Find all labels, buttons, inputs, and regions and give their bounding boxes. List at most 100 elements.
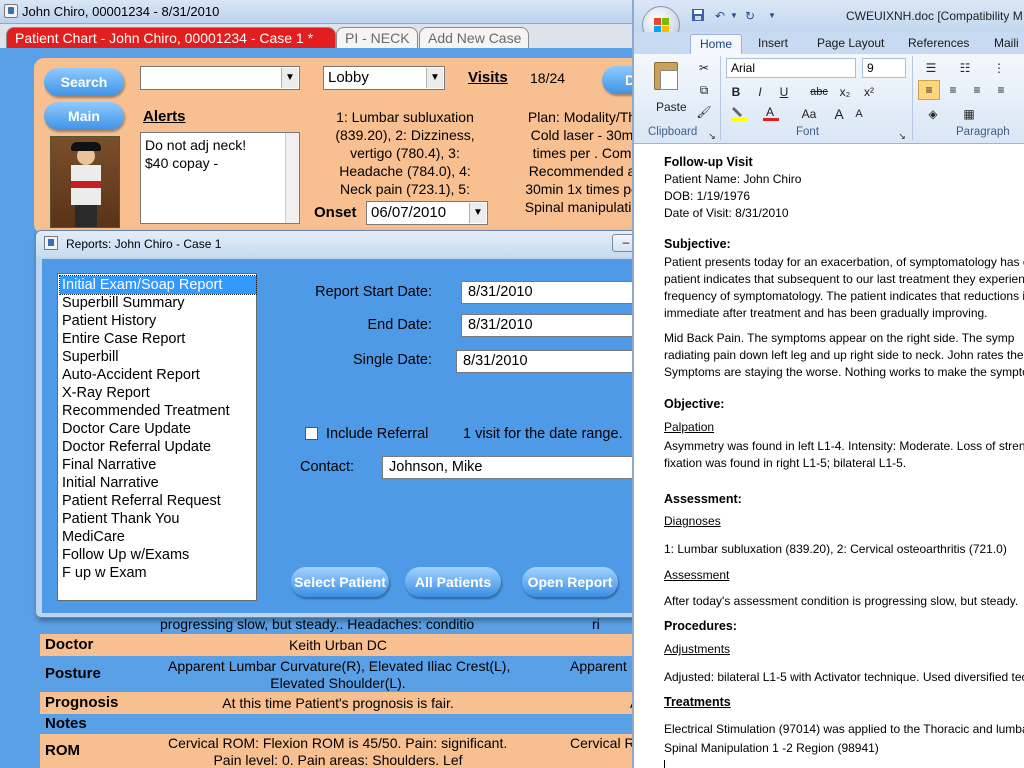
dialog-titlebar: Reports: John Chiro - Case 1 –: [36, 231, 640, 257]
chevron-down-icon[interactable]: ▼: [281, 68, 298, 88]
dialog-launcher-icon[interactable]: ↘: [706, 126, 718, 146]
bold-button[interactable]: B: [726, 82, 746, 102]
justify-icon[interactable]: ≡: [990, 80, 1012, 100]
report-list-item[interactable]: Final Narrative: [60, 456, 256, 474]
multilevel-list-icon[interactable]: ⋮: [986, 58, 1012, 78]
single-date-input[interactable]: 8/31/2010: [456, 350, 640, 373]
document-line: Adjusted: bilateral L1-5 with Activator …: [664, 670, 1024, 684]
shrink-font-button[interactable]: A: [850, 104, 868, 124]
report-list-item[interactable]: Initial Narrative: [60, 474, 256, 492]
open-report-button[interactable]: Open Report: [522, 567, 618, 597]
paste-button[interactable]: Paste: [644, 58, 690, 120]
contact-input[interactable]: Johnson, Mike: [382, 456, 640, 479]
report-list-item[interactable]: Superbill: [60, 348, 256, 366]
report-list-item[interactable]: Patient Thank You: [60, 510, 256, 528]
cut-icon[interactable]: ✂: [694, 58, 714, 78]
all-patients-button[interactable]: All Patients: [405, 567, 501, 597]
chevron-down-icon[interactable]: ▼: [426, 68, 443, 88]
highlight-icon[interactable]: [728, 104, 750, 124]
visits-count: 18/24: [530, 70, 566, 86]
dialog-launcher-icon[interactable]: ↘: [896, 126, 908, 146]
tab-references[interactable]: References: [908, 36, 969, 50]
select-patient-button[interactable]: Select Patient: [291, 567, 389, 597]
word-titlebar: ↶ ▼ ↻ ▼ CWEUIXNH.doc [Compatibility M: [634, 0, 1024, 44]
report-list-item[interactable]: X-Ray Report: [60, 384, 256, 402]
scrollbar[interactable]: [285, 133, 299, 223]
search-button[interactable]: Search: [44, 68, 124, 96]
include-referral-checkbox[interactable]: [305, 427, 318, 440]
align-left-icon[interactable]: ≡: [918, 80, 940, 100]
tab-mailings[interactable]: Maili: [994, 36, 1019, 50]
save-icon[interactable]: [690, 8, 706, 24]
align-center-icon[interactable]: ≡: [942, 80, 964, 100]
alerts-link[interactable]: Alerts: [143, 108, 186, 125]
document-line: DOB: 1/19/1976: [664, 189, 751, 203]
tab-home[interactable]: Home: [690, 34, 742, 54]
document-line: Patient presents today for an exacerbati…: [664, 255, 1024, 269]
row-value-line: Apparent Lumbar Curvature(R), Elevated I…: [168, 658, 511, 674]
document-line: 1: Lumbar subluxation (839.20), 2: Cervi…: [664, 542, 1007, 556]
italic-button[interactable]: I: [750, 82, 770, 102]
font-color-icon[interactable]: A: [760, 104, 782, 124]
numbering-icon[interactable]: ☷: [952, 58, 978, 78]
underline-button[interactable]: U: [774, 82, 794, 102]
change-case-button[interactable]: Aa: [794, 104, 824, 124]
report-list-item[interactable]: Doctor Referral Update: [60, 438, 256, 456]
document-page[interactable]: Follow-up Visit Patient Name: John Chiro D…: [634, 144, 1024, 768]
document-line: Palpation: [664, 420, 715, 434]
document-line: Symptoms are staying the worse. Nothing …: [664, 365, 1024, 379]
report-list-item[interactable]: Entire Case Report: [60, 330, 256, 348]
report-list-item[interactable]: Patient History: [60, 312, 256, 330]
group-font: Font: [796, 126, 820, 138]
tab-page-layout[interactable]: Page Layout: [817, 36, 884, 50]
superscript-button[interactable]: x²: [858, 82, 880, 102]
subscript-button[interactable]: x₂: [834, 82, 856, 102]
report-list-item[interactable]: Auto-Accident Report: [60, 366, 256, 384]
format-painter-icon[interactable]: 🖌: [694, 102, 714, 122]
end-date-input[interactable]: 8/31/2010: [461, 314, 640, 337]
patient-search-combo[interactable]: ▼: [140, 66, 300, 90]
report-list-item[interactable]: Patient Referral Request: [60, 492, 256, 510]
row-label: Notes: [45, 715, 87, 732]
report-list-item[interactable]: MediCare: [60, 528, 256, 546]
document-line: Electrical Stimulation (97014) was appli…: [664, 722, 1024, 736]
tab-insert[interactable]: Insert: [758, 36, 788, 50]
report-list-item[interactable]: F up w Exam: [60, 564, 256, 582]
font-name-combo[interactable]: Arial: [726, 58, 856, 78]
tab-pi-neck[interactable]: PI - NECK: [336, 27, 418, 48]
report-list[interactable]: Initial Exam/Soap Report Superbill Summar…: [57, 273, 257, 601]
onset-date-picker[interactable]: 06/07/2010 ▼: [366, 201, 488, 225]
font-size-combo[interactable]: 9: [862, 58, 906, 78]
customize-qat-icon[interactable]: ▼: [764, 8, 780, 24]
app-titlebar: John Chiro, 00001234 - 8/31/2010: [0, 0, 640, 24]
tab-patient-chart[interactable]: Patient Chart - John Chiro, 00001234 - C…: [6, 27, 336, 48]
report-list-item[interactable]: Doctor Care Update: [60, 420, 256, 438]
copy-icon[interactable]: ⧉: [694, 80, 714, 100]
app-icon: [4, 4, 18, 18]
main-button[interactable]: Main: [44, 102, 124, 130]
location-combo[interactable]: Lobby ▼: [323, 66, 445, 90]
report-list-item[interactable]: Follow Up w/Exams: [60, 546, 256, 564]
chevron-down-icon[interactable]: ▼: [726, 8, 742, 24]
visits-link[interactable]: Visits: [468, 69, 508, 86]
report-list-item[interactable]: Superbill Summary: [60, 294, 256, 312]
shading-icon[interactable]: ◈: [918, 104, 948, 124]
row-value: Keith Urban DC: [288, 637, 388, 653]
start-date-label: Report Start Date:: [315, 284, 432, 300]
tab-add-new-case[interactable]: Add New Case: [419, 27, 529, 48]
chevron-down-icon[interactable]: ▼: [469, 203, 486, 223]
include-referral-label[interactable]: Include Referral: [326, 426, 428, 442]
align-right-icon[interactable]: ≡: [966, 80, 988, 100]
borders-icon[interactable]: ▦: [954, 104, 984, 124]
ribbon-tabs: Home Insert Page Layout References Maili: [634, 32, 1024, 54]
strikethrough-button[interactable]: abc: [806, 82, 832, 102]
alerts-textarea[interactable]: Do not adj neck! $40 copay -: [140, 132, 300, 224]
report-list-item[interactable]: Initial Exam/Soap Report: [59, 275, 257, 295]
grow-font-button[interactable]: A: [830, 104, 848, 124]
bullets-icon[interactable]: ☰: [918, 58, 944, 78]
start-date-input[interactable]: 8/31/2010: [461, 281, 640, 304]
redo-icon[interactable]: ↻: [742, 8, 758, 24]
diagnosis-line: vertigo (780.4), 3:: [350, 145, 460, 161]
document-line: radiating pain down left leg and up righ…: [664, 348, 1024, 362]
report-list-item[interactable]: Recommended Treatment: [60, 402, 256, 420]
